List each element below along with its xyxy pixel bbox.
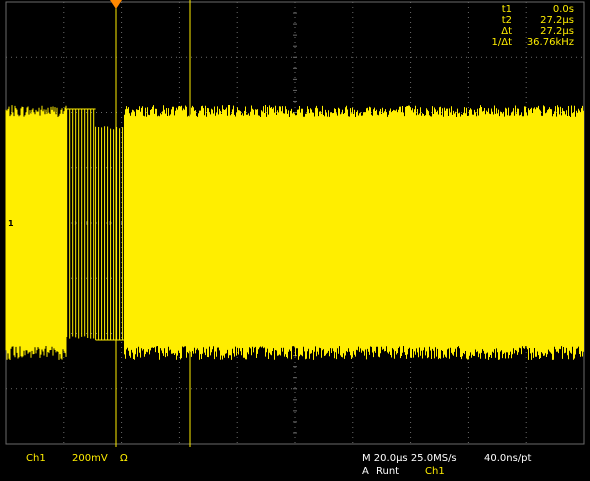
channel-coupling-icon: Ω xyxy=(120,453,128,464)
channel-1-trace xyxy=(5,105,584,360)
timebase-horizontal[interactable]: M 20.0µs 25.0MS/s xyxy=(362,453,457,464)
cursor-delta-value: 27.2µs xyxy=(540,26,574,37)
graticule xyxy=(5,0,585,447)
trigger-position-marker[interactable] xyxy=(110,0,122,9)
channel-scale[interactable]: 200mV xyxy=(72,453,108,464)
status-bar: Ch1 200mV Ω M 20.0µs 25.0MS/s 40.0ns/pt … xyxy=(0,447,590,481)
channel-name[interactable]: Ch1 xyxy=(26,453,46,464)
cursor-t2-readout: t2 27.2µs xyxy=(454,15,574,26)
cursor-delta-label: Δt xyxy=(501,26,512,37)
cursor-frequency-value: 36.76kHz xyxy=(526,37,574,48)
trigger-label: A xyxy=(362,466,369,477)
channel-ground-marker-label: 1 xyxy=(8,219,14,228)
cursor-t1-readout: t1 0.0s xyxy=(454,4,574,15)
cursor-frequency-readout: 1/Δt 36.76kHz xyxy=(454,37,575,48)
waveform-trace xyxy=(5,105,584,360)
timebase-resolution: 40.0ns/pt xyxy=(484,453,532,464)
cursor-delta-readout: Δt 27.2µs xyxy=(454,26,574,37)
oscilloscope-display: 1 t1 0.0s t2 27.2µs Δt 27.2µs 1/Δt 36.76… xyxy=(0,0,590,481)
trigger-type[interactable]: Runt xyxy=(376,466,399,477)
cursor-t2-value: 27.2µs xyxy=(540,15,574,26)
cursor-t1-value: 0.0s xyxy=(552,4,574,15)
trigger-source[interactable]: Ch1 xyxy=(425,466,445,477)
cursor-frequency-label: 1/Δt xyxy=(491,37,513,48)
cursor-t2-label: t2 xyxy=(501,15,512,26)
cursor-t1-label: t1 xyxy=(501,4,512,15)
